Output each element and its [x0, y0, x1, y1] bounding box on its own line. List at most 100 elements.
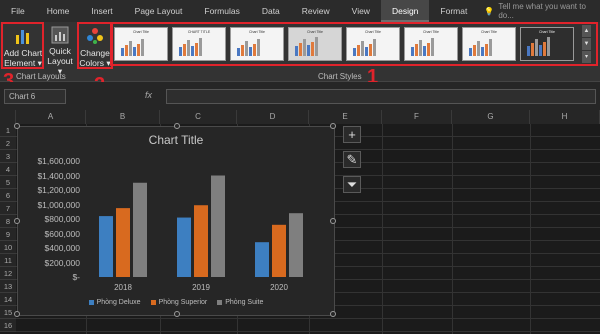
menu-page-layout[interactable]: Page Layout [124, 0, 194, 22]
quick-layout-label-1: Quick [49, 46, 71, 56]
row-header[interactable]: 4 [0, 163, 16, 176]
chart-styles-group-label: Chart Styles [318, 72, 362, 81]
add-chart-element-label-1: Add Chart [3, 48, 43, 58]
scroll-down-icon[interactable]: ▼ [582, 38, 591, 50]
add-chart-element-icon [12, 26, 34, 46]
excel-window: File Home Insert Page Layout Formulas Da… [0, 0, 600, 334]
ribbon: Add Chart Element ▾ Quick Layout ▾ Chang… [0, 22, 600, 82]
row-header[interactable]: 10 [0, 241, 16, 254]
chart-style-3[interactable]: Chart Title [230, 27, 284, 61]
chart-filters-button[interactable]: ⏷ [343, 176, 361, 193]
menu-insert[interactable]: Insert [80, 0, 123, 22]
resize-handle[interactable] [174, 123, 180, 129]
row-header[interactable]: 7 [0, 202, 16, 215]
name-box[interactable]: Chart 6 [4, 89, 66, 104]
bar[interactable] [133, 182, 147, 277]
resize-handle[interactable] [14, 218, 20, 224]
chart-styles-brush-button[interactable]: ✎ [343, 151, 361, 168]
grid-line [452, 124, 453, 334]
legend-label: Phòng Suite [225, 299, 264, 306]
legend-item[interactable]: Phòng Deluxe [88, 299, 141, 306]
row-header[interactable]: 12 [0, 267, 16, 280]
change-colors-button[interactable]: Change Colors ▾ [79, 23, 111, 71]
column-header-b[interactable]: B [86, 110, 160, 124]
more-styles-icon[interactable]: ▾ [582, 51, 591, 63]
column-header-e[interactable]: E [309, 110, 382, 124]
bar[interactable] [177, 217, 191, 277]
bar[interactable] [289, 213, 303, 277]
bar[interactable] [255, 242, 269, 277]
formula-input[interactable] [166, 89, 596, 104]
legend-item[interactable]: Phòng Superior [150, 299, 207, 306]
chart-style-6[interactable]: Chart Title [404, 27, 458, 61]
grid-line [16, 331, 600, 332]
bar[interactable] [211, 175, 225, 278]
x-tick-label: 2018 [114, 283, 132, 292]
chart-style-1[interactable]: Chart Title [114, 27, 168, 61]
quick-layout-button[interactable]: Quick Layout ▾ [45, 23, 75, 76]
resize-handle[interactable] [330, 218, 336, 224]
scroll-up-icon[interactable]: ▲ [582, 25, 591, 37]
chart-style-4[interactable]: Chart Title [288, 27, 342, 61]
chart-style-7[interactable]: Chart Title [462, 27, 516, 61]
change-colors-label-2: Colors ▾ [79, 58, 111, 68]
row-header[interactable]: 9 [0, 228, 16, 241]
legend-swatch [217, 300, 223, 305]
row-header[interactable]: 2 [0, 137, 16, 150]
change-colors-label-1: Change [80, 48, 110, 58]
legend-swatch [150, 300, 156, 305]
resize-handle[interactable] [174, 311, 180, 317]
menu-file[interactable]: File [0, 0, 36, 22]
row-header[interactable]: 14 [0, 293, 16, 306]
column-header-a[interactable]: A [16, 110, 86, 124]
menu-design[interactable]: Design [380, 0, 430, 22]
row-header[interactable]: 5 [0, 176, 16, 189]
menu-format[interactable]: Format [429, 0, 478, 22]
chart-style-8[interactable]: Chart Title [520, 27, 574, 61]
chart-style-2[interactable]: CHART TITLE [172, 27, 226, 61]
styles-gallery-scroll: ▲ ▼ ▾ [582, 25, 591, 63]
resize-handle[interactable] [14, 123, 20, 129]
row-header[interactable]: 13 [0, 280, 16, 293]
formula-bar: Chart 6 fx [0, 82, 600, 110]
bar[interactable] [272, 224, 286, 277]
resize-handle[interactable] [330, 123, 336, 129]
tell-me-placeholder: Tell me what you want to do... [498, 2, 586, 20]
menu-view[interactable]: View [341, 0, 381, 22]
row-header[interactable]: 6 [0, 189, 16, 202]
chart-elements-button[interactable]: + [343, 126, 361, 143]
menu-review[interactable]: Review [291, 0, 341, 22]
resize-handle[interactable] [330, 311, 336, 317]
column-header-c[interactable]: C [160, 110, 237, 124]
menu-data[interactable]: Data [251, 0, 291, 22]
legend-item[interactable]: Phòng Suite [217, 299, 263, 306]
x-tick-label: 2019 [192, 283, 210, 292]
resize-handle[interactable] [14, 311, 20, 317]
bar[interactable] [116, 208, 130, 277]
column-header-d[interactable]: D [237, 110, 309, 124]
tell-me-box[interactable]: 💡 Tell me what you want to do... [484, 2, 600, 20]
lightbulb-icon: 💡 [484, 6, 495, 16]
add-chart-element-label-2: Element ▾ [4, 58, 42, 68]
grid-line [16, 318, 600, 319]
grid-line [382, 124, 383, 334]
chart-object[interactable]: Chart Title $1,600,000 $1,400,000 $1,200,0… [14, 123, 336, 317]
select-all-corner[interactable] [0, 110, 16, 124]
column-header-f[interactable]: F [382, 110, 452, 124]
menu-home[interactable]: Home [36, 0, 81, 22]
row-header[interactable]: 11 [0, 254, 16, 267]
column-header-g[interactable]: G [452, 110, 530, 124]
bar[interactable] [99, 216, 113, 277]
grid-line [530, 124, 531, 334]
chart-style-5[interactable]: Chart Title [346, 27, 400, 61]
add-chart-element-button[interactable]: Add Chart Element ▾ [3, 23, 43, 71]
column-header-h[interactable]: H [530, 110, 600, 124]
menu-formulas[interactable]: Formulas [193, 0, 250, 22]
row-header[interactable]: 16 [0, 319, 16, 332]
palette-icon [84, 26, 106, 46]
fx-icon[interactable]: fx [145, 90, 152, 100]
bar[interactable] [194, 205, 208, 277]
legend-swatch [88, 300, 94, 305]
chart-legend[interactable]: Phòng Deluxe Phòng Superior Phòng Suite [18, 299, 334, 306]
row-header[interactable]: 3 [0, 150, 16, 163]
